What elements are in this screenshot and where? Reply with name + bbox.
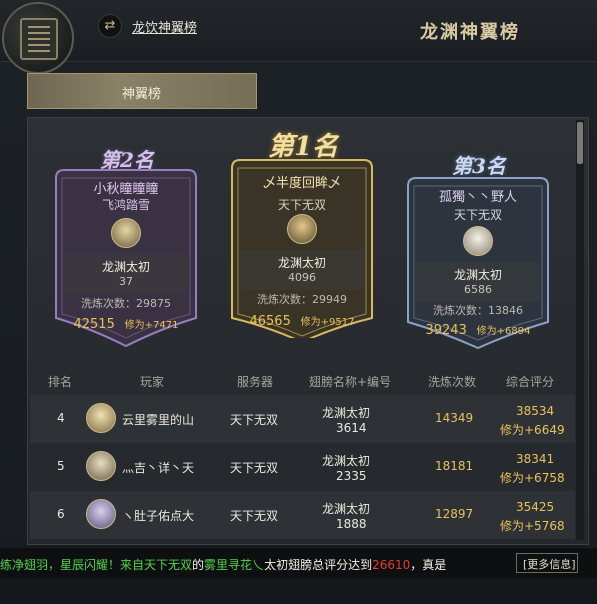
avatar <box>86 499 116 529</box>
refine-cell: 14349 <box>435 411 474 425</box>
server-cell: 天下无双 <box>230 509 279 523</box>
wing-name: 龙渊太初 <box>453 268 502 282</box>
server-cell: 天下无双 <box>230 413 279 427</box>
col-rank: 排名 <box>48 375 73 389</box>
score-value: 39243 <box>425 323 467 338</box>
leaderboard-window: ⇄ 龙饮神翼榜 龙渊神翼榜 神翼榜 第2名 第1名 第3名 小秋瞳瞳瞳 飞鸿踏雪… <box>0 0 597 604</box>
score-cell: 38341 <box>516 452 555 466</box>
table-header: 排名 玩家 服务器 翅膀名称+编号 洗炼次数 综合评分 <box>27 367 589 393</box>
refine-cell: 18181 <box>435 459 474 473</box>
player-name: 孤獨丶丶野人 <box>438 190 517 205</box>
server-name: 天下无双 <box>277 198 326 212</box>
wing-number: 6586 <box>464 283 492 296</box>
col-refine: 洗炼次数 <box>428 375 477 389</box>
podium-card-third[interactable]: 孤獨丶丶野人 天下无双 龙渊太初 6586 洗炼次数：13846 39243 修… <box>404 176 552 350</box>
wing-number: 37 <box>119 275 133 288</box>
bonus-cell: 修为+5768 <box>500 519 565 533</box>
score-line: 39243 修为+6894 <box>404 322 552 338</box>
avatar <box>86 403 116 433</box>
bonus-cell: 修为+6649 <box>500 423 565 437</box>
scrollbar-thumb[interactable] <box>577 122 583 164</box>
book-emblem-icon <box>2 2 74 74</box>
wing-name-cell: 龙渊太初 <box>322 454 371 468</box>
player-cell: ヽ肚子佑点大 <box>122 509 195 523</box>
score-line: 42515 修为+7471 <box>52 316 200 332</box>
server-name: 飞鸿踏雪 <box>101 198 150 212</box>
avatar <box>463 226 493 256</box>
wing-number-cell: 3614 <box>336 421 367 435</box>
col-player: 玩家 <box>140 375 165 389</box>
bonus-value: 修为+9517 <box>300 317 355 328</box>
wing-number-cell: 1888 <box>336 517 367 531</box>
col-wing: 翅膀名称+编号 <box>309 375 392 389</box>
scrollbar[interactable] <box>576 120 584 540</box>
wing-name: 龙渊太初 <box>277 256 326 270</box>
ticker-text: 练净翅羽，星辰闪耀！来自天下无双的雾里寻花乀太初翅膀总评分达到26610，真是 <box>0 558 447 572</box>
bonus-cell: 修为+6758 <box>500 471 565 485</box>
score-cell: 35425 <box>516 500 555 514</box>
player-name: 小秋瞳瞳瞳 <box>93 182 159 197</box>
avatar <box>111 218 141 248</box>
rank-cell: 5 <box>57 459 65 473</box>
table-row[interactable]: 6 ヽ肚子佑点大 天下无双 龙渊太初 1888 12897 35425 修为+5… <box>30 491 575 539</box>
switch-leaderboard-link[interactable]: 龙饮神翼榜 <box>132 17 197 36</box>
avatar <box>86 451 116 481</box>
table-row[interactable]: 4 云里雾里的山 天下无双 龙渊太初 3614 14349 38534 修为+6… <box>30 395 575 443</box>
wing-name: 龙渊太初 <box>101 260 150 274</box>
more-info-button[interactable]: [更多信息] <box>516 553 578 573</box>
wing-number-cell: 2335 <box>336 469 367 483</box>
rank-3-badge: 第3名 <box>452 154 506 178</box>
player-cell: 灬吉丶详丶天 <box>122 461 195 475</box>
col-server: 服务器 <box>237 375 274 389</box>
score-cell: 38534 <box>516 404 555 418</box>
refine-cell: 12897 <box>435 507 474 521</box>
score-value: 46565 <box>249 314 291 329</box>
page-title: 龙渊神翼榜 <box>420 22 520 43</box>
player-cell: 云里雾里的山 <box>122 413 195 427</box>
swap-arrows-icon[interactable]: ⇄ <box>98 14 122 38</box>
refine-stat: 洗炼次数：29949 <box>257 293 347 306</box>
player-name: 乄半度回眸乄 <box>262 176 341 191</box>
table-row[interactable]: 5 灬吉丶详丶天 天下无双 龙渊太初 2335 18181 38341 修为+6… <box>30 443 575 491</box>
podium-card-second[interactable]: 小秋瞳瞳瞳 飞鸿踏雪 龙渊太初 37 洗炼次数：29875 42515 修为+7… <box>52 168 200 348</box>
rank-cell: 6 <box>57 507 65 521</box>
wing-name-cell: 龙渊太初 <box>322 502 371 516</box>
announcement-ticker: 练净翅羽，星辰闪耀！来自天下无双的雾里寻花乀太初翅膀总评分达到26610，真是 <box>0 548 597 578</box>
bonus-value: 修为+7471 <box>124 320 179 331</box>
wing-name-cell: 龙渊太初 <box>322 406 371 420</box>
score-line: 46565 修为+9517 <box>228 313 376 329</box>
server-cell: 天下无双 <box>230 461 279 475</box>
server-name: 天下无双 <box>453 208 502 222</box>
refine-stat: 洗炼次数：13846 <box>433 304 523 317</box>
col-score: 综合评分 <box>506 375 555 389</box>
tab-wings-ranking[interactable]: 神翼榜 <box>27 73 257 109</box>
bottom-strip <box>0 578 597 604</box>
refine-stat: 洗炼次数：29875 <box>81 297 171 310</box>
wing-number: 4096 <box>288 271 316 284</box>
avatar <box>287 214 317 244</box>
score-value: 42515 <box>73 317 115 332</box>
podium-card-first[interactable]: 乄半度回眸乄 天下无双 龙渊太初 4096 洗炼次数：29949 46565 修… <box>228 158 376 338</box>
rank-cell: 4 <box>57 411 65 425</box>
tab-label: 神翼榜 <box>122 87 162 102</box>
bonus-value: 修为+6894 <box>476 326 531 337</box>
